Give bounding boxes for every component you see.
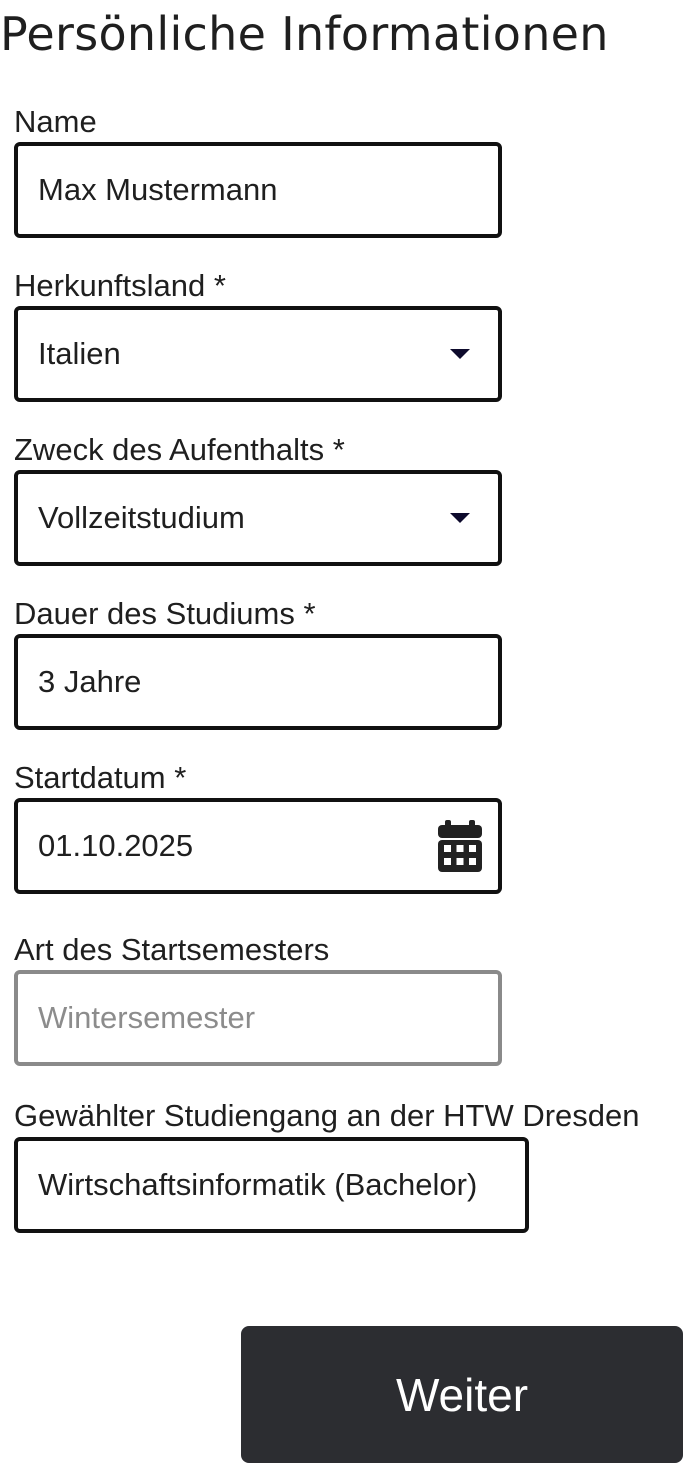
country-value: Italien — [38, 336, 121, 371]
duration-label: Dauer des Studiums * — [14, 596, 316, 631]
duration-field[interactable]: 3 Jahre — [14, 634, 502, 730]
start-date-value: 01.10.2025 — [38, 828, 194, 863]
chevron-down-icon — [450, 349, 470, 359]
calendar-icon[interactable] — [436, 820, 484, 874]
semester-type-field: Wintersemester — [14, 970, 502, 1066]
next-button[interactable]: Weiter — [241, 1326, 683, 1463]
purpose-value: Vollzeitstudium — [38, 500, 245, 535]
duration-value: 3 Jahre — [38, 664, 142, 699]
name-value: Max Mustermann — [38, 172, 278, 207]
semester-type-placeholder: Wintersemester — [38, 1000, 256, 1035]
country-label: Herkunftsland * — [14, 268, 226, 303]
purpose-select[interactable]: Vollzeitstudium — [14, 470, 502, 566]
name-label: Name — [14, 104, 97, 139]
program-field[interactable]: Wirtschaftsinformatik (Bachelor) — [14, 1137, 529, 1233]
start-date-field[interactable]: 01.10.2025 — [14, 798, 502, 894]
name-field[interactable]: Max Mustermann — [14, 142, 502, 238]
program-label: Gewählter Studiengang an der HTW Dresden — [14, 1098, 640, 1133]
purpose-label: Zweck des Aufenthalts * — [14, 432, 345, 467]
chevron-down-icon — [450, 513, 470, 523]
semester-type-label: Art des Startsemesters — [14, 932, 330, 967]
page-title: Persönliche Informationen — [0, 7, 609, 61]
program-value: Wirtschaftsinformatik (Bachelor) — [38, 1167, 478, 1202]
country-select[interactable]: Italien — [14, 306, 502, 402]
start-date-label: Startdatum * — [14, 760, 187, 795]
